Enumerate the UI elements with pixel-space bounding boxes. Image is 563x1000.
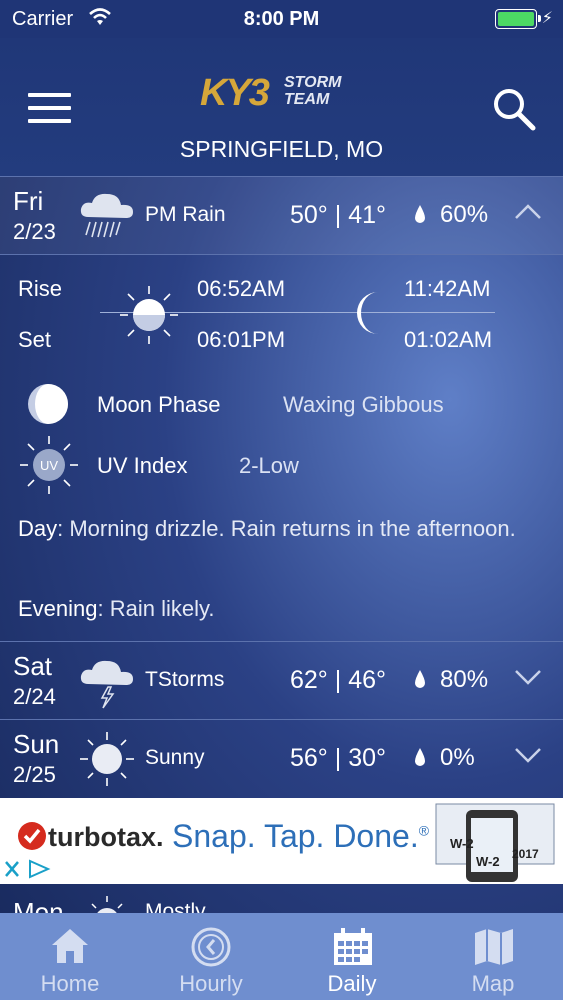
day-row-sun[interactable]: Sun 2/25 Sunny 56° | 30° 0%	[0, 720, 563, 797]
sunrise-icon	[120, 286, 178, 344]
rise-label: Rise	[18, 276, 63, 301]
thunderstorm-icon	[80, 660, 133, 709]
clock: 8:00 PM	[243, 8, 320, 30]
home-icon	[52, 929, 88, 963]
tab-home[interactable]: Home	[0, 913, 140, 1000]
calendar-icon	[334, 928, 372, 965]
uv-index-label: UV Index	[97, 453, 188, 478]
tab-label: Home	[40, 971, 100, 996]
day-of-week: Sun	[13, 729, 60, 759]
temperature-range: 50° | 41°	[290, 201, 386, 229]
day-forecast-text: Day: Morning drizzle. Rain returns in th…	[18, 516, 516, 541]
uv-index-value: 2-Low	[239, 453, 299, 478]
precip-chance: 0%	[440, 744, 475, 771]
moonset-time: 01:02AM	[404, 327, 493, 352]
tab-daily[interactable]: Daily	[282, 913, 422, 1000]
tab-label: Hourly	[179, 971, 243, 996]
condition-label: Sunny	[145, 746, 205, 769]
app-header: KY3 STORM TEAM SPRINGFIELD, MO	[0, 38, 563, 177]
moon-icon	[357, 292, 378, 334]
temperature-range: 62° | 46°	[290, 666, 386, 694]
day-date: 2/24	[13, 684, 56, 709]
moon-phase-label: Moon Phase	[97, 392, 221, 417]
precip-chance: 80%	[440, 666, 489, 693]
map-icon	[475, 929, 513, 965]
sunset-time: 06:01PM	[197, 327, 286, 352]
tab-label: Map	[471, 971, 515, 996]
day-of-week: Mon	[13, 897, 64, 914]
divider	[0, 254, 563, 255]
precip-chance: 60%	[440, 201, 489, 228]
battery-icon	[495, 9, 541, 29]
search-icon[interactable]	[491, 86, 537, 132]
temperature-range: 56° | 30°	[290, 744, 386, 772]
svg-text:W-2: W-2	[450, 836, 474, 851]
raindrop-icon	[415, 205, 425, 223]
day-row-mon[interactable]: Mon Mostly	[0, 884, 563, 914]
status-bar: Carrier 8:00 PM ⚡	[0, 0, 563, 38]
charging-icon: ⚡	[541, 10, 553, 27]
rain-cloud-icon	[80, 193, 133, 238]
day-date: 2/23	[13, 219, 56, 244]
adchoices-icon[interactable]	[0, 856, 56, 882]
menu-icon[interactable]	[28, 93, 71, 123]
ad-banner[interactable]: turbotax. Snap. Tap. Done.® W-2 W-2 2017	[0, 798, 563, 884]
svg-text:UV: UV	[40, 458, 58, 473]
svg-text:2017: 2017	[512, 847, 539, 861]
set-label: Set	[18, 327, 52, 352]
ad-brand: turbotax.	[48, 822, 164, 852]
moonrise-time: 11:42AM	[404, 276, 491, 301]
ad-phone-image: W-2 W-2 2017	[435, 803, 555, 882]
chevron-down-icon[interactable]	[514, 746, 542, 764]
tab-map[interactable]: Map	[423, 913, 563, 1000]
condition-label: Mostly	[145, 900, 206, 914]
svg-text:W-2: W-2	[476, 854, 500, 869]
ad-tagline: Snap. Tap. Done.®	[172, 818, 430, 854]
day-of-week: Sat	[13, 651, 53, 681]
moon-phase-icon	[28, 384, 68, 424]
partly-sunny-icon	[91, 896, 123, 914]
raindrop-icon	[415, 748, 425, 766]
day-date: 2/25	[13, 762, 56, 787]
condition-label: TStorms	[145, 668, 225, 691]
ky3-logo: KY3 STORM TEAM	[200, 72, 342, 114]
clock-icon	[191, 927, 231, 967]
tab-label: Daily	[327, 971, 377, 996]
turbotax-check-icon	[18, 822, 46, 850]
sunrise-time: 06:52AM	[197, 276, 286, 301]
sun-icon	[80, 732, 134, 786]
chevron-up-icon[interactable]	[514, 203, 542, 221]
chevron-down-icon[interactable]	[514, 668, 542, 686]
raindrop-icon	[415, 670, 425, 688]
day-row-fri[interactable]: Fri 2/23 PM Rain 50° | 41° 60%	[0, 177, 563, 254]
evening-forecast-text: Evening: Rain likely.	[18, 596, 215, 621]
tab-hourly[interactable]: Hourly	[141, 913, 281, 1000]
uv-index-icon: UV	[20, 436, 78, 494]
location-title: SPRINGFIELD, MO	[179, 136, 384, 162]
condition-label: PM Rain	[145, 203, 226, 226]
day-row-sat[interactable]: Sat 2/24 TStorms 62° | 46° 80%	[0, 642, 563, 719]
day-of-week: Fri	[13, 186, 44, 216]
tab-bar: Home Hourly Daily Map	[0, 913, 563, 1000]
moon-phase-value: Waxing Gibbous	[283, 392, 444, 417]
